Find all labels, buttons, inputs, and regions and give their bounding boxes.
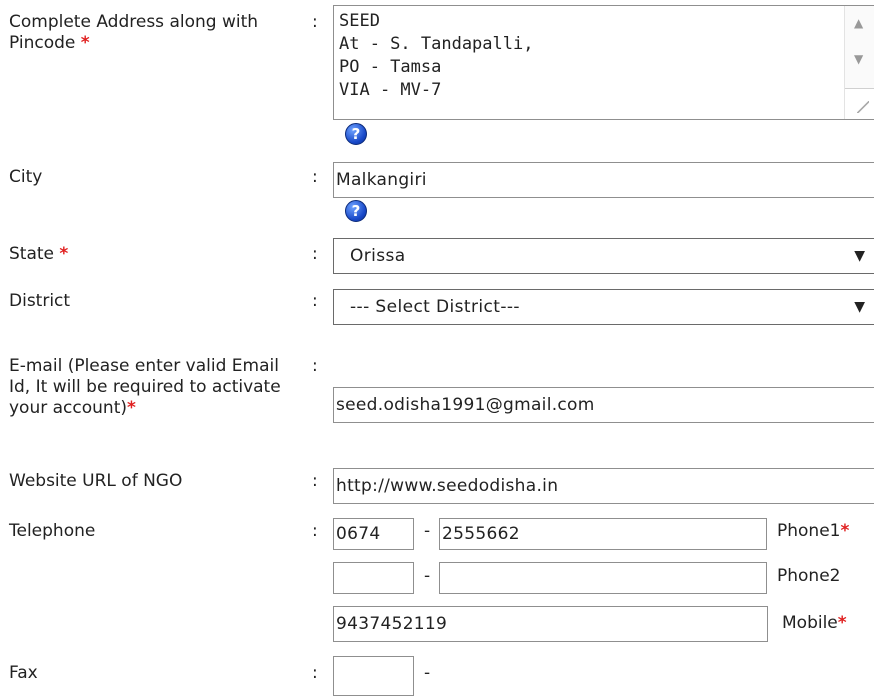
address-label-text: Complete Address along with Pincode	[9, 12, 259, 53]
district-colon: :	[312, 291, 318, 311]
website-colon: :	[312, 471, 318, 491]
email-colon: :	[312, 356, 318, 376]
required-asterisk: *	[80, 33, 90, 53]
required-asterisk: *	[840, 521, 850, 541]
mobile-label: Mobile*	[782, 613, 847, 634]
mobile-label-text: Mobile	[782, 613, 838, 633]
city-help-icon[interactable]: ?	[345, 200, 367, 222]
phone1-label-text: Phone1	[777, 521, 841, 541]
address-help-icon[interactable]: ?	[345, 123, 367, 145]
email-input[interactable]: seed.odisha1991@gmail.com	[333, 387, 874, 423]
fax-label: Fax	[9, 663, 38, 683]
address-scrollbar[interactable]: ▲ ▼	[844, 6, 874, 119]
required-asterisk: *	[59, 244, 69, 264]
district-label: District	[9, 291, 71, 311]
fax-dash: -	[424, 663, 431, 683]
phone1-number-input[interactable]: 2555662	[439, 518, 767, 550]
scroll-up-icon[interactable]: ▲	[854, 16, 863, 30]
dropdown-arrow-icon: ▼	[854, 299, 865, 315]
address-colon: :	[312, 12, 318, 32]
fax-code-input[interactable]	[333, 656, 414, 696]
email-label: E-mail (Please enter valid Email Id, It …	[9, 356, 301, 419]
telephone-label: Telephone	[9, 521, 96, 541]
telephone-colon: :	[312, 521, 318, 541]
email-label-text: E-mail (Please enter valid Email Id, It …	[9, 356, 281, 418]
dropdown-arrow-icon: ▼	[854, 248, 865, 264]
address-label: Complete Address along with Pincode *	[9, 12, 299, 54]
city-input[interactable]: Malkangiri	[333, 162, 874, 198]
required-asterisk: *	[837, 613, 847, 633]
state-colon: :	[312, 244, 318, 264]
website-label: Website URL of NGO	[9, 471, 183, 491]
address-textarea-value: SEED At - S. Tandapalli, PO - Tamsa VIA …	[339, 11, 534, 100]
resize-grip[interactable]	[845, 88, 874, 119]
mobile-input[interactable]: 9437452119	[333, 606, 768, 642]
state-label-text: State	[9, 244, 54, 264]
city-colon: :	[312, 167, 318, 187]
state-label: State *	[9, 244, 68, 265]
phone2-label: Phone2	[777, 566, 841, 586]
state-selected-value: Orissa	[350, 246, 406, 266]
phone2-dash: -	[424, 566, 431, 586]
district-selected-value: --- Select District---	[350, 297, 520, 317]
phone1-label: Phone1*	[777, 521, 849, 542]
required-asterisk: *	[127, 398, 136, 418]
phone2-number-input[interactable]	[439, 562, 767, 594]
district-select[interactable]: --- Select District--- ▼	[333, 289, 874, 325]
phone1-dash: -	[424, 521, 431, 541]
fax-colon: :	[312, 663, 318, 683]
website-input[interactable]: http://www.seedodisha.in	[333, 468, 874, 504]
phone1-code-input[interactable]: 0674	[333, 518, 414, 550]
city-label: City	[9, 167, 43, 187]
phone2-code-input[interactable]	[333, 562, 414, 594]
state-select[interactable]: Orissa ▼	[333, 238, 874, 274]
address-textarea[interactable]: SEED At - S. Tandapalli, PO - Tamsa VIA …	[333, 5, 874, 120]
scroll-down-icon[interactable]: ▼	[854, 52, 863, 66]
